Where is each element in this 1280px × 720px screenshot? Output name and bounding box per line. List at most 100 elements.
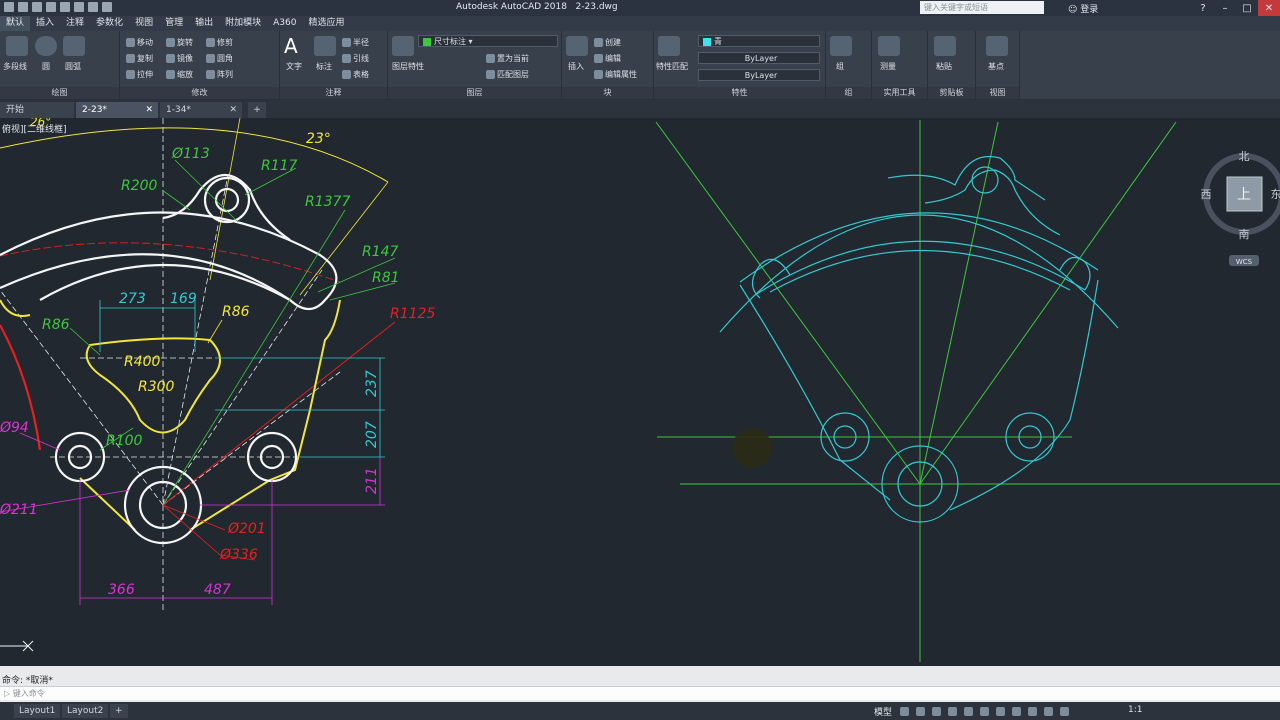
close-icon[interactable]: ✕ (1258, 0, 1280, 16)
tab-2-23[interactable]: 2-23* ✕ (76, 102, 158, 118)
dim-169[interactable]: 169 (170, 291, 197, 307)
dim-r200[interactable]: R200 (121, 178, 158, 194)
insert-button[interactable]: 插入 (568, 61, 584, 72)
tab-view[interactable]: 视图 (129, 16, 159, 31)
tab-insert[interactable]: 插入 (30, 16, 60, 31)
dim-366[interactable]: 366 (108, 582, 135, 598)
draw-panel-label[interactable]: 绘图 (0, 87, 119, 99)
set-current-button[interactable]: 置为当前 (486, 53, 529, 64)
tab-annotate[interactable]: 注释 (60, 16, 90, 31)
viewcube[interactable]: 上 北 南 西 东 WCS (1201, 150, 1280, 266)
dim-d211[interactable]: Ø211 (0, 502, 38, 518)
new-tab-button[interactable]: + (248, 102, 266, 118)
tab-home[interactable]: 默认 (0, 16, 31, 31)
new-icon[interactable] (18, 2, 28, 12)
print-icon[interactable] (74, 2, 84, 12)
stretch-button[interactable]: 拉伸 (126, 69, 153, 80)
dim-r117[interactable]: R117 (261, 158, 298, 174)
polar-icon[interactable] (948, 707, 957, 716)
maximize-icon[interactable]: □ (1236, 0, 1258, 16)
dimension-button[interactable]: 标注 (316, 61, 332, 72)
drawing-svg[interactable]: 俯视][二维线框] Ø113 R117 R200 R1377 R147 R81 … (0, 115, 1280, 664)
dim-angle-26[interactable]: 26° (30, 115, 51, 129)
dim-d94[interactable]: Ø94 (0, 420, 29, 436)
compass-north[interactable]: 北 (1239, 150, 1250, 163)
groups-panel-label[interactable]: 组 (826, 87, 871, 99)
array-button[interactable]: 阵列 (206, 69, 233, 80)
tab-featured-apps[interactable]: 精选应用 (302, 16, 350, 31)
otrack-icon[interactable] (980, 707, 989, 716)
tab-manage[interactable]: 管理 (159, 16, 189, 31)
dim-207[interactable]: 207 (364, 421, 380, 448)
match-layer-button[interactable]: 匹配图层 (486, 69, 529, 80)
properties-panel-label[interactable]: 特性 (654, 87, 825, 99)
tab-layout1[interactable]: Layout1 (14, 704, 61, 718)
dim-angle-23[interactable]: 23° (306, 131, 331, 147)
block-panel-label[interactable]: 块 (562, 87, 653, 99)
modify-panel-label[interactable]: 修改 (120, 87, 279, 99)
snap-icon[interactable] (916, 707, 925, 716)
dim-d201[interactable]: Ø201 (227, 521, 266, 537)
mirror-button[interactable]: 镜像 (166, 53, 193, 64)
polyline-button[interactable]: 多段线 (3, 61, 27, 72)
tab-1-34[interactable]: 1-34* ✕ (160, 102, 242, 118)
ortho-icon[interactable] (932, 707, 941, 716)
tab-parametric[interactable]: 参数化 (90, 16, 129, 31)
paste-icon[interactable] (934, 36, 956, 56)
text-button[interactable]: 文字 (286, 61, 302, 72)
tab-output[interactable]: 输出 (189, 16, 219, 31)
compass-south[interactable]: 南 (1239, 228, 1250, 241)
layer-properties-icon[interactable] (392, 36, 414, 56)
close-tab-icon[interactable]: ✕ (229, 102, 237, 118)
dim-r81[interactable]: R81 (372, 270, 400, 286)
measure-icon[interactable] (878, 36, 900, 56)
leader-button[interactable]: 引线 (342, 53, 369, 64)
lineweight-dropdown[interactable]: ByLayer (698, 69, 820, 81)
command-input[interactable]: ▷ 键入命令 (0, 686, 1280, 700)
lineweight-icon[interactable] (996, 707, 1005, 716)
match-properties-button[interactable]: 特性匹配 (656, 61, 688, 72)
group-icon[interactable] (830, 36, 852, 56)
layer-properties-button[interactable]: 图层特性 (392, 61, 424, 72)
base-view-button[interactable]: 基点 (988, 61, 1004, 72)
minimize-icon[interactable]: – (1214, 0, 1236, 16)
color-dropdown[interactable]: 青 (698, 35, 820, 47)
transparency-icon[interactable] (1012, 707, 1021, 716)
table-button[interactable]: 表格 (342, 69, 369, 80)
tab-addins[interactable]: 附加模块 (219, 16, 267, 31)
auto-scale-icon[interactable] (1060, 707, 1069, 716)
scale-button[interactable]: 缩放 (166, 69, 193, 80)
help-icon[interactable]: ? (1192, 0, 1214, 16)
dim-d113[interactable]: Ø113 (171, 146, 210, 162)
add-layout-button[interactable]: + (110, 704, 128, 718)
layer-dropdown[interactable]: 尺寸标注 ▾ (418, 35, 558, 47)
arc-button[interactable]: 圆弧 (65, 61, 81, 72)
dim-487[interactable]: 487 (204, 582, 231, 598)
dimension-icon[interactable] (314, 36, 336, 56)
edit-attributes-button[interactable]: 编辑属性 (594, 69, 637, 80)
copy-button[interactable]: 复制 (126, 53, 153, 64)
drawing-area[interactable]: 俯视][二维线框] Ø113 R117 R200 R1377 R147 R81 … (0, 115, 1280, 664)
dim-r1125[interactable]: R1125 (390, 306, 435, 322)
tab-start[interactable]: 开始 (0, 102, 74, 118)
clipboard-panel-label[interactable]: 剪贴板 (928, 87, 975, 99)
annotation-panel-label[interactable]: 注释 (280, 87, 387, 99)
close-tab-icon[interactable]: ✕ (145, 102, 153, 118)
tab-a360[interactable]: A360 (267, 16, 302, 31)
match-properties-icon[interactable] (658, 36, 680, 56)
dim-r1377[interactable]: R1377 (305, 194, 350, 210)
text-icon[interactable]: A (284, 36, 306, 56)
save-icon[interactable] (46, 2, 56, 12)
wcs-label[interactable]: WCS (1236, 258, 1253, 266)
viewcube-top-label[interactable]: 上 (1237, 187, 1251, 203)
utilities-panel-label[interactable]: 实用工具 (872, 87, 927, 99)
dim-r300[interactable]: R300 (138, 379, 175, 395)
undo-icon[interactable] (88, 2, 98, 12)
save-as-icon[interactable] (60, 2, 70, 12)
create-block-button[interactable]: 创建 (594, 37, 621, 48)
arc-icon[interactable] (63, 36, 85, 56)
base-view-icon[interactable] (986, 36, 1008, 56)
circle-button[interactable]: 圆 (42, 61, 50, 72)
search-input[interactable]: 键入关键字或短语 (920, 1, 1044, 14)
app-menu-icon[interactable] (4, 2, 14, 12)
